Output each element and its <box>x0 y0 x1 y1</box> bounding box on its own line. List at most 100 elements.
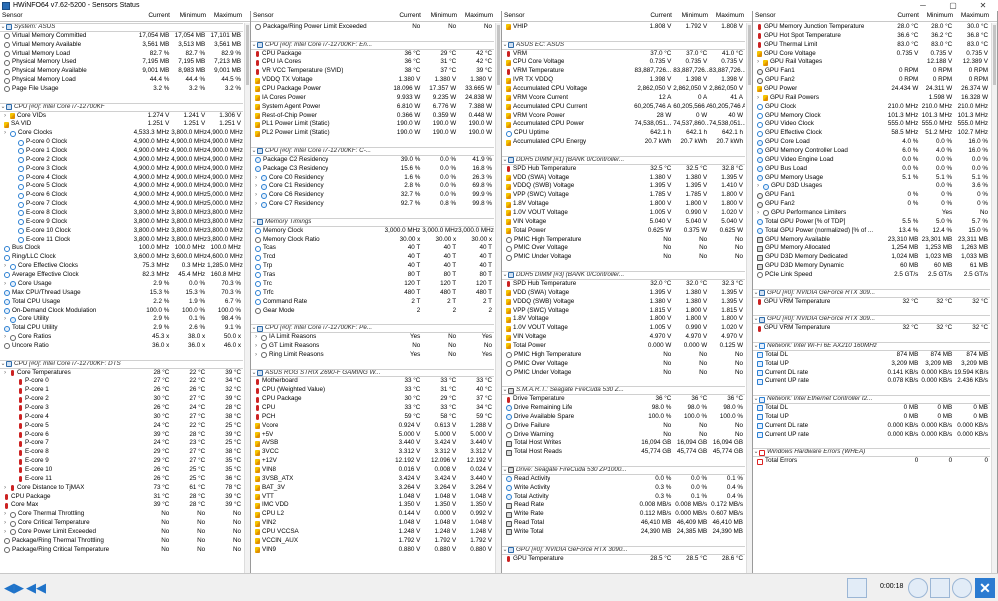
sensor-row[interactable]: E-core 8 29 °C 27 °C 38 °C <box>0 448 243 457</box>
sensor-row[interactable]: 1.8V Voltage 1.800 V 1.800 V 1.800 V <box>502 315 745 324</box>
sensor-row[interactable]: GPU Memory Available 23,310 MB 23,301 MB 23… <box>753 236 990 245</box>
sensor-row[interactable]: PMIC High Temperature No No No <box>502 351 745 360</box>
sensor-row[interactable]: BAT_3V 3.264 V 3.264 V 3.264 V <box>251 484 494 493</box>
settings-button[interactable] <box>952 578 972 598</box>
sensor-row[interactable]: PMIC Under Voltage No No No <box>502 253 745 262</box>
sensor-row[interactable]: 1.0V VOUT Voltage 1.005 V 0.990 V 1.020 V <box>502 324 745 333</box>
sensor-row[interactable]: Package/Ring Thermal Throttling No No No <box>0 537 243 546</box>
vertical-scrollbar[interactable] <box>746 23 752 573</box>
sensor-row[interactable]: VRM Vcore Current 12 A0 A 41 A <box>502 94 745 103</box>
col-minimum-header[interactable]: Minimum <box>921 11 955 21</box>
sensor-row[interactable]: Total GPU Power [% of TDP] 5.5 % 5.0 % 5.7 … <box>753 218 990 227</box>
sensor-row[interactable]: › Core Usage 2.9 % 0.0 % 70.3 % <box>0 280 243 289</box>
nav-rewind-button[interactable]: ◀◀ <box>26 578 46 598</box>
sensor-row[interactable]: Total Activity 0.3 % 0.1 % 0.4 % <box>502 493 745 502</box>
sensor-row[interactable]: PL2 Power Limit (Static) 190.0 W 190.0 W 19… <box>251 129 494 138</box>
sensor-row[interactable]: +12V 12.192 V 12.096 V 12.192 V <box>251 457 494 466</box>
sensor-row[interactable]: GPU Core Voltage 0.735 V 0.735 V 0.735 V <box>753 50 990 59</box>
sensor-row[interactable]: Ring/LLC Clock 3,600.0 MHz 3,600.0 MHz 4,60… <box>0 253 243 262</box>
sensor-row[interactable]: Total DL 874 MB 874 MB 874 MB <box>753 351 990 360</box>
sensor-row[interactable]: Drive Available Spare 100.0 % 100.0 % 100.0… <box>502 413 745 422</box>
col-current-header[interactable]: Current <box>634 11 674 21</box>
sensor-row[interactable]: › Core Power Limit Exceeded No No No <box>0 528 243 537</box>
minimize-button[interactable]: ─ <box>908 0 938 11</box>
sensor-row[interactable]: GPU D3D Memory Dedicated 1,024 MB 1,023 MB… <box>753 253 990 262</box>
sensor-group-header[interactable]: ⌄ CPU [#0]: Intel Core i7-12700KF: Pe... <box>251 324 494 334</box>
sensor-row[interactable]: GPU Clock 210.0 MHz 210.0 MHz 210.0 MHz <box>753 103 990 112</box>
sensor-row[interactable]: SPD Hub Temperature 32.0 °C 32.0 °C 32.3 °C <box>502 280 745 289</box>
sensor-group-header[interactable]: ⌄ CPU [#0]: Intel Core i7-12700KF: C-... <box>251 147 494 156</box>
sensor-row[interactable]: Current UP rate 0.000 KB/s 0.000 KB/s 0.000… <box>753 431 990 440</box>
sensor-row[interactable]: P-core 7 Clock 4,900.0 MHz 4,900.0 MHz 5,00… <box>0 200 243 209</box>
sensor-row[interactable]: Total GPU Power (normalized) [% of ... 13… <box>753 227 990 236</box>
sensor-row[interactable]: VIN Voltage 4.970 V 4.970 V 4.970 V <box>502 333 745 342</box>
report-button[interactable] <box>930 578 950 598</box>
sensor-row[interactable]: GPU Power 24.434 W 24.311 W 26.374 W <box>753 85 990 94</box>
sensor-row[interactable]: VDDQ (SWB) Voltage 1.395 V 1.395 V 1.410 V <box>502 182 745 191</box>
sensor-row[interactable]: GPU VRM Temperature 32 °C 32 °C 32 °C <box>753 324 990 333</box>
sensor-row[interactable]: VIN Voltage 5.040 V 5.040 V 5.040 V <box>502 218 745 227</box>
sensor-row[interactable]: GPU Fan2 0 RPM 0 RPM 0 RPM <box>753 76 990 85</box>
sensor-row[interactable]: › Core C1 Residency 2.8 % 0.0 % 69.8 % <box>251 182 494 191</box>
sensor-row[interactable]: CPU Core Voltage 0.735 V 0.735 V 0.735 V <box>502 58 745 67</box>
sensor-row[interactable]: VRM Vcore Power 28 W0 W 40 W <box>502 112 745 121</box>
sensor-row[interactable]: GPU Memory Allocated 1,254 MB 1,253 MB 1,26… <box>753 244 990 253</box>
sensor-row[interactable]: Trp 40 T 40 T 40 T <box>251 262 494 271</box>
col-sensor-header[interactable]: Sensor <box>0 11 132 21</box>
sensor-row[interactable]: CPU L2 0.144 V 0.000 V 0.992 V <box>251 510 494 519</box>
sensor-row[interactable]: SPD Hub Temperature 32.5 °C 32.5 °C 32.8 °C <box>502 165 745 174</box>
col-minimum-header[interactable]: Minimum <box>423 11 459 21</box>
sensor-row[interactable]: Accumulated CPU Current 60,205,746 A 60,20… <box>502 103 745 112</box>
sensor-row[interactable]: P-core 5 24 °C 22 °C 25 °C <box>0 422 243 431</box>
sensor-row[interactable]: › GPU Performance Limiters Yes No <box>753 209 990 218</box>
sensor-row[interactable]: PMIC Over Voltage No No No <box>502 244 745 253</box>
sensor-row[interactable]: Total Power 0.625 W 0.375 W 0.625 W <box>502 227 745 236</box>
sensor-row[interactable]: GPU VRM Temperature 32 °C 32 °C 32 °C <box>753 298 990 307</box>
sensor-row[interactable]: Package C3 Residency 15.6 % 0.0 % 16.8 % <box>251 165 494 174</box>
sensor-row[interactable]: Motherboard 33 °C 33 °C 33 °C <box>251 377 494 386</box>
sensor-group-header[interactable]: ⌄ Network: Intel Ethernet Controller I2..… <box>753 395 990 404</box>
vertical-scrollbar[interactable] <box>495 23 501 573</box>
sensor-row[interactable]: Trcd 40 T 40 T 40 T <box>251 253 494 262</box>
sensor-row[interactable]: Write Activity 0.3 % 0.0 % 0.4 % <box>502 484 745 493</box>
sensor-row[interactable]: VPP (SWC) Voltage 1.785 V 1.785 V 1.800 V <box>502 191 745 200</box>
sensor-row[interactable]: VHIP 1.808 V 1.792 V 1.808 V <box>502 23 745 32</box>
col-minimum-header[interactable]: Minimum <box>172 11 208 21</box>
col-sensor-header[interactable]: Sensor <box>251 11 383 21</box>
sensor-row[interactable]: Tcas 40 T 40 T 40 T <box>251 244 494 253</box>
sensor-row[interactable]: GPU D3D Memory Dynamic 60 MB 60 MB 61 MB <box>753 262 990 271</box>
col-current-header[interactable]: Current <box>132 11 172 21</box>
sensor-row[interactable]: E-core 11 26 °C 25 °C 36 °C <box>0 475 243 484</box>
col-current-header[interactable]: Current <box>885 11 921 21</box>
sensor-row[interactable]: VIN9 0.880 V 0.880 V 0.880 V <box>251 546 494 555</box>
sensor-row[interactable]: Trfc 480 T 480 T 480 T <box>251 289 494 298</box>
sensor-row[interactable]: P-core 0 27 °C 22 °C 34 °C <box>0 377 243 386</box>
vertical-scrollbar[interactable] <box>244 23 250 573</box>
sensor-row[interactable]: Write Rate 0.112 MB/s 0.000 MB/s 0.607 MB/s <box>502 510 745 519</box>
col-maximum-header[interactable]: Maximum <box>208 11 244 21</box>
sensor-row[interactable]: PL1 Power Limit (Static) 190.0 W 190.0 W 19… <box>251 120 494 129</box>
sensor-row[interactable]: GPU Bus Load 0.0 % 0.0 % 0.0 % <box>753 165 990 174</box>
sensor-row[interactable]: CPU Package 30 °C 29 °C 37 °C <box>251 395 494 404</box>
sensor-row[interactable]: P-core 2 Clock 4,900.0 MHz 4,900.0 MHz 4,90… <box>0 156 243 165</box>
sensor-row[interactable]: PMIC High Temperature No No No <box>502 236 745 245</box>
sensor-row[interactable]: Total Power 0.000 W 0.000 W 0.125 W <box>502 342 745 351</box>
col-sensor-header[interactable]: Sensor <box>502 11 634 21</box>
sensor-row[interactable]: Current DL rate 0.000 KB/s 0.000 KB/s 0.000… <box>753 422 990 431</box>
sensor-row[interactable]: Total CPU Usage 2.2 % 1.9 % 6.7 % <box>0 298 243 307</box>
col-sensor-header[interactable]: Sensor <box>753 11 885 21</box>
sensor-row[interactable]: GPU Hot Spot Temperature 36.6 °C 36.2 °C 36… <box>753 32 990 41</box>
sensor-group-header[interactable]: ⌄ System: ASUS <box>0 23 243 32</box>
sensor-row[interactable]: Read Activity 0.0 % 0.0 % 0.1 % <box>502 475 745 484</box>
sensor-row[interactable]: › GPU D3D Usages 0.0 % 3.6 % <box>753 182 990 191</box>
sensor-row[interactable]: P-core 4 30 °C 27 °C 38 °C <box>0 413 243 422</box>
sensor-row[interactable]: VRM 37.0 °C 37.0 °C 41.0 °C <box>502 50 745 59</box>
sensor-row[interactable]: Virtual Memory Available 3,561 MB 3,513 MB… <box>0 41 243 50</box>
sensor-row[interactable]: Virtual Memory Committed 17,054 MB 17,054 … <box>0 32 243 41</box>
sensor-row[interactable]: P-core 0 Clock 4,900.0 MHz 4,900.0 MHz 4,90… <box>0 138 243 147</box>
sensor-row[interactable]: › Core Thermal Throttling No No No <box>0 510 243 519</box>
sensor-row[interactable]: Gear Mode 2 2 2 <box>251 307 494 316</box>
sensor-row[interactable]: GPU Core Load 4.0 % 0.0 % 16.0 % <box>753 138 990 147</box>
sensor-row[interactable]: Read Total 46,410 MB 46,409 MB 46,410 MB <box>502 519 745 528</box>
sensor-row[interactable]: P-core 7 24 °C 23 °C 25 °C <box>0 439 243 448</box>
